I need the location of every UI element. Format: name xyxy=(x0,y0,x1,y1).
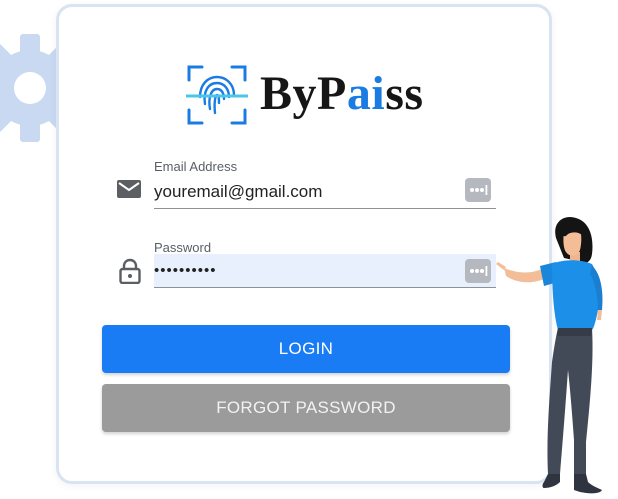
brand-name: ByPaiss xyxy=(260,67,424,120)
brand-name-accent: ai xyxy=(346,67,386,120)
forgot-password-button[interactable]: FORGOT PASSWORD xyxy=(102,384,510,432)
login-button[interactable]: LOGIN xyxy=(102,325,510,373)
email-field[interactable] xyxy=(154,175,496,209)
email-label: Email Address xyxy=(154,159,238,174)
envelope-icon xyxy=(117,180,141,198)
brand-logo: ByPaiss xyxy=(186,62,436,128)
lock-icon xyxy=(119,258,141,284)
password-label: Password xyxy=(154,240,212,255)
password-dots-icon[interactable] xyxy=(465,259,491,283)
fingerprint-scan-icon xyxy=(186,65,248,125)
password-dots-icon[interactable] xyxy=(465,178,491,202)
login-screen: ByPaiss Email Address Password LOGIN FOR… xyxy=(0,0,618,499)
woman-pointing-illustration xyxy=(496,216,603,494)
password-field[interactable] xyxy=(154,254,496,288)
